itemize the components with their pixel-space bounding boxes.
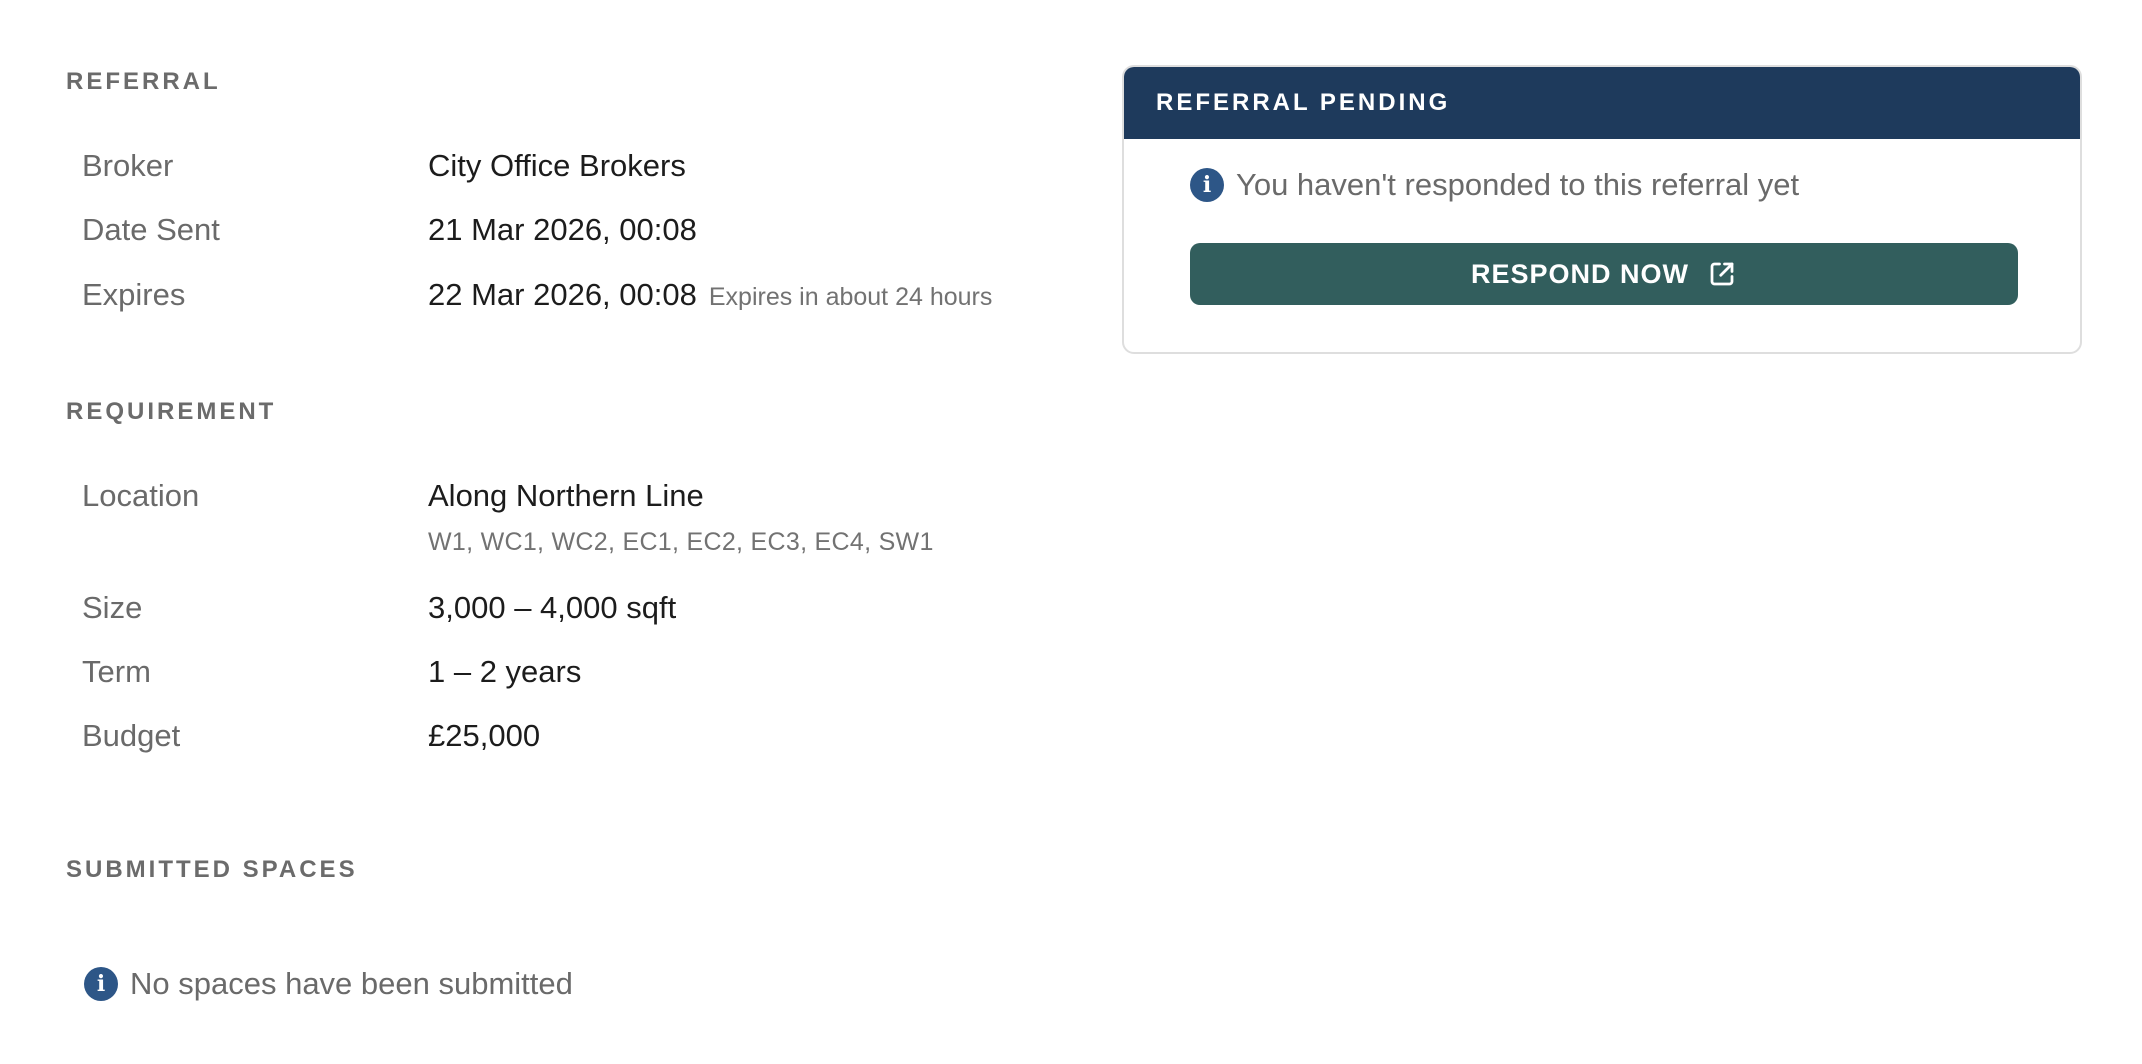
respond-now-label: RESPOND NOW	[1470, 258, 1689, 289]
term-label: Term	[82, 654, 151, 689]
date-sent-value: 21 Mar 2026, 00:08	[428, 212, 697, 247]
location-label: Location	[82, 478, 200, 513]
requirement-section-title: REQUIREMENT	[66, 398, 277, 425]
referral-status-header: REFERRAL PENDING	[1124, 67, 2080, 139]
info-icon: i	[1190, 168, 1224, 202]
budget-label: Budget	[82, 718, 181, 753]
expires-label: Expires	[82, 277, 186, 312]
term-value: 1 – 2 years	[428, 654, 582, 689]
broker-value: City Office Brokers	[428, 148, 686, 183]
budget-value: £25,000	[428, 718, 541, 753]
respond-now-button[interactable]: RESPOND NOW	[1190, 243, 2018, 305]
response-notice-text: You haven't responded to this referral y…	[1236, 167, 1800, 202]
expires-date: 22 Mar 2026, 00:08	[428, 277, 697, 312]
expires-value: 22 Mar 2026, 00:08 Expires in about 24 ho…	[428, 277, 992, 313]
broker-label: Broker	[82, 148, 174, 183]
referral-status-card: REFERRAL PENDING i You haven't responded…	[1122, 65, 2082, 354]
no-spaces-text: No spaces have been submitted	[130, 966, 573, 1001]
size-value: 3,000 – 4,000 sqft	[428, 590, 677, 625]
expires-relative-note: Expires in about 24 hours	[708, 283, 993, 311]
info-icon: i	[84, 967, 118, 1001]
location-value: Along Northern Line	[428, 478, 704, 513]
response-notice: i You haven't responded to this referral…	[1190, 167, 1799, 203]
no-spaces-message: i No spaces have been submitted	[84, 966, 573, 1002]
referral-detail-page: REFERRAL Broker City Office Brokers Date…	[0, 0, 2142, 1064]
submitted-spaces-section-title: SUBMITTED SPACES	[66, 856, 358, 883]
external-link-icon	[1710, 262, 1734, 286]
location-postcodes: W1, WC1, WC2, EC1, EC2, EC3, EC4, SW1	[428, 528, 934, 556]
referral-section-title: REFERRAL	[66, 68, 221, 95]
size-label: Size	[82, 590, 143, 625]
date-sent-label: Date Sent	[82, 212, 220, 247]
